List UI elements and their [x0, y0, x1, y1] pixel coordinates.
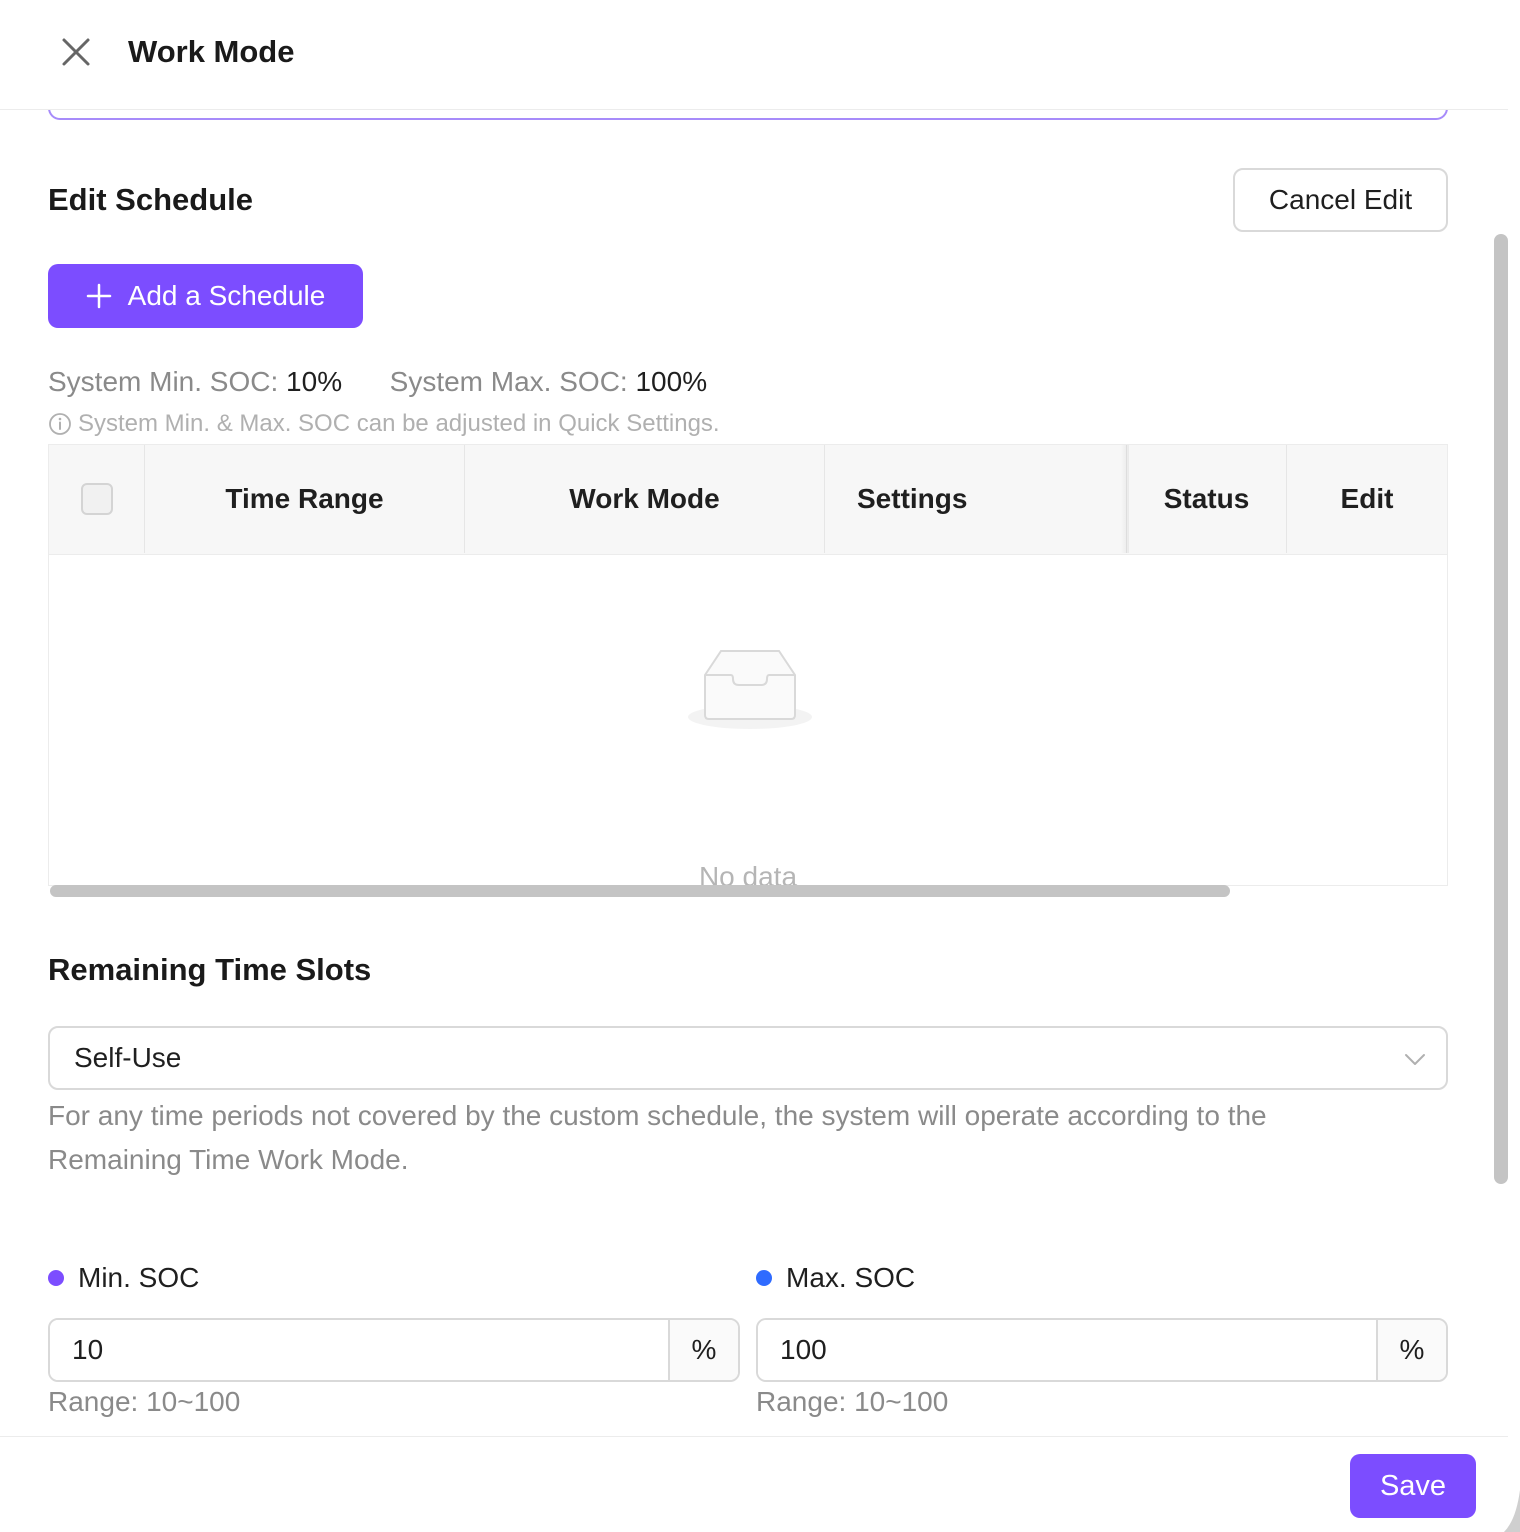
- horizontal-scrollbar-thumb[interactable]: [50, 885, 1230, 897]
- vertical-scrollbar-thumb[interactable]: [1494, 234, 1508, 1184]
- system-max-soc-label: System Max. SOC:: [389, 366, 628, 397]
- header-select-all: [49, 445, 145, 553]
- select-all-checkbox[interactable]: [80, 483, 113, 515]
- add-schedule-button[interactable]: Add a Schedule: [48, 264, 363, 328]
- plus-icon: [86, 283, 111, 309]
- save-button[interactable]: Save: [1350, 1454, 1476, 1518]
- column-time-range: Time Range: [145, 445, 465, 553]
- chevron-down-icon: [1405, 1054, 1425, 1065]
- system-soc-info: System Min. SOC: 10% System Max. SOC: 10…: [48, 366, 707, 398]
- column-work-mode: Work Mode: [465, 445, 825, 553]
- column-edit: Edit: [1340, 483, 1394, 514]
- max-soc-label: Max. SOC: [756, 1262, 915, 1294]
- max-soc-range: Range: 10~100: [756, 1386, 949, 1417]
- close-button[interactable]: [56, 32, 96, 72]
- column-status: Status: [1127, 445, 1287, 553]
- modal-title: Work Mode: [128, 34, 295, 69]
- min-soc-input-group: %: [48, 1318, 740, 1382]
- table-header: Time Range Work Mode Settings Status Edi…: [49, 445, 1447, 555]
- max-soc-input[interactable]: [758, 1320, 1376, 1380]
- column-settings: Settings: [825, 445, 1127, 553]
- min-soc-label: Min. SOC: [48, 1262, 199, 1294]
- max-soc-unit: %: [1376, 1320, 1446, 1380]
- window-corner: [1504, 1490, 1520, 1532]
- remaining-time-title: Remaining Time Slots: [48, 952, 372, 987]
- soc-hint-text: System Min. & Max. SOC can be adjusted i…: [78, 410, 720, 437]
- close-icon: [62, 38, 90, 66]
- min-soc-dot: [48, 1270, 64, 1286]
- min-soc-label-text: Min. SOC: [78, 1262, 200, 1293]
- soc-hint: System Min. & Max. SOC can be adjusted i…: [48, 410, 720, 438]
- vertical-scrollbar[interactable]: [1494, 234, 1508, 1184]
- schedule-table: Time Range Work Mode Settings Status Edi…: [48, 444, 1448, 892]
- table-empty-state: No data: [49, 555, 1447, 892]
- remaining-mode-value: Self-Use: [74, 1042, 182, 1073]
- remaining-mode-select[interactable]: Self-Use: [48, 1026, 1448, 1090]
- system-max-soc-value: 100%: [635, 366, 708, 397]
- edit-schedule-title: Edit Schedule: [48, 182, 253, 217]
- min-soc-range: Range: 10~100: [48, 1386, 241, 1417]
- add-schedule-label: Add a Schedule: [127, 280, 326, 311]
- min-soc-unit: %: [668, 1320, 738, 1380]
- system-min-soc-label: System Min. SOC:: [48, 366, 279, 397]
- max-soc-input-group: %: [756, 1318, 1448, 1382]
- modal-header: Work Mode: [0, 0, 1508, 110]
- max-soc-dot: [756, 1270, 772, 1286]
- cancel-edit-button[interactable]: Cancel Edit: [1233, 168, 1448, 232]
- remaining-description: For any time periods not covered by the …: [48, 1100, 1267, 1175]
- modal-footer: [0, 1436, 1508, 1532]
- min-soc-input[interactable]: [50, 1320, 668, 1380]
- system-min-soc-value: 10%: [286, 366, 343, 397]
- empty-inbox-icon: [688, 650, 812, 729]
- info-icon: [49, 413, 71, 435]
- max-soc-label-text: Max. SOC: [786, 1262, 916, 1293]
